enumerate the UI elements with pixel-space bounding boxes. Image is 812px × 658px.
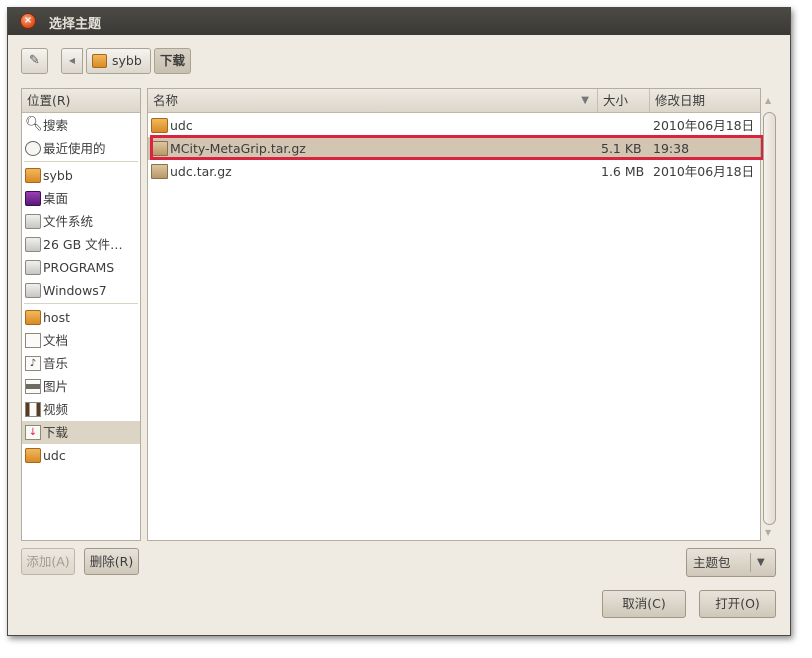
- folder-icon: [151, 118, 168, 133]
- breadcrumb-home[interactable]: sybb: [86, 48, 151, 74]
- desktop-icon: [25, 191, 41, 206]
- place-documents[interactable]: 文档: [22, 329, 140, 352]
- divider: [24, 161, 138, 162]
- place-label: 最近使用的: [43, 141, 106, 156]
- breadcrumb-label: 下载: [160, 53, 186, 68]
- column-header-size[interactable]: 大小: [598, 89, 650, 113]
- filter-value: 主题包: [693, 555, 731, 570]
- filter-combo[interactable]: 主题包 ▼: [686, 548, 776, 577]
- place-downloads[interactable]: ↓ 下载: [22, 421, 140, 444]
- remove-button[interactable]: 删除(R): [84, 548, 139, 575]
- place-label: 音乐: [43, 356, 69, 371]
- place-windows7[interactable]: Windows7: [22, 279, 140, 302]
- scroll-thumb[interactable]: [763, 112, 776, 525]
- place-udc[interactable]: udc: [22, 444, 140, 467]
- place-label: 文件系统: [43, 214, 94, 229]
- file-modified: 19:38: [653, 141, 690, 156]
- breadcrumb-downloads[interactable]: 下载: [154, 48, 191, 74]
- documents-folder-icon: [25, 333, 41, 348]
- close-icon[interactable]: ×: [20, 13, 36, 29]
- place-label: udc: [43, 448, 66, 463]
- vertical-scrollbar[interactable]: ▲ ▼: [762, 92, 777, 541]
- titlebar: × 选择主题: [8, 8, 790, 35]
- place-label: 文档: [43, 333, 69, 348]
- place-label: 下载: [43, 425, 69, 440]
- column-header-modified[interactable]: 修改日期: [650, 89, 760, 113]
- open-button[interactable]: 打开(O): [699, 590, 776, 618]
- place-volume-26gb[interactable]: 26 GB 文件…: [22, 233, 140, 256]
- file-chooser-dialog: × 选择主题 ✎ ◀ sybb 下载 位置(R) 🔍︎ 搜索 最近使用的 syb…: [7, 7, 791, 636]
- search-icon: 🔍︎: [25, 116, 43, 132]
- file-name: udc: [170, 118, 193, 133]
- place-desktop[interactable]: 桌面: [22, 187, 140, 210]
- folder-icon: [25, 310, 41, 325]
- place-label: Windows7: [43, 283, 107, 298]
- place-programs[interactable]: PROGRAMS: [22, 256, 140, 279]
- archive-icon: [151, 141, 168, 156]
- file-name: udc.tar.gz: [170, 164, 232, 179]
- file-size: 1.6 MB: [601, 164, 645, 179]
- place-label: 图片: [43, 379, 69, 394]
- chevron-down-icon: ▼: [757, 557, 765, 568]
- file-row-selected[interactable]: MCity-MetaGrip.tar.gz 5.1 KB 19:38: [148, 137, 760, 160]
- divider: [24, 303, 138, 304]
- home-folder-icon: [92, 54, 107, 68]
- path-back-button[interactable]: ◀: [61, 48, 83, 74]
- scroll-up-icon[interactable]: ▲: [765, 96, 771, 105]
- place-label: 桌面: [43, 191, 69, 206]
- videos-folder-icon: [25, 402, 41, 417]
- downloads-folder-icon: ↓: [25, 425, 41, 440]
- place-videos[interactable]: 视频: [22, 398, 140, 421]
- add-button[interactable]: 添加(A): [21, 548, 75, 575]
- place-recent[interactable]: 最近使用的: [22, 137, 140, 160]
- place-label: host: [43, 310, 70, 325]
- pictures-folder-icon: [25, 379, 41, 394]
- folder-icon: [25, 448, 41, 463]
- place-home[interactable]: sybb: [22, 164, 140, 187]
- scroll-down-icon[interactable]: ▼: [765, 528, 771, 537]
- divider: [750, 553, 751, 572]
- place-pictures[interactable]: 图片: [22, 375, 140, 398]
- place-label: PROGRAMS: [43, 260, 115, 275]
- pencil-icon: ✎: [29, 53, 40, 68]
- drive-icon: [25, 237, 41, 252]
- file-modified: 2010年06月18日: [653, 164, 755, 179]
- places-header[interactable]: 位置(R): [22, 89, 140, 113]
- file-list: 名称 ▼ 大小 修改日期 udc 2010年06月18日 MCity-MetaG…: [147, 88, 761, 541]
- file-modified: 2010年06月18日: [653, 118, 755, 133]
- drive-icon: [25, 214, 41, 229]
- breadcrumb-label: sybb: [112, 53, 142, 68]
- archive-icon: [151, 164, 168, 179]
- recent-icon: [25, 141, 41, 156]
- music-folder-icon: ♪: [25, 356, 41, 371]
- sort-down-icon: ▼: [581, 95, 589, 106]
- place-host[interactable]: host: [22, 306, 140, 329]
- place-label: sybb: [43, 168, 73, 183]
- place-label: 搜索: [43, 118, 69, 133]
- place-label: 视频: [43, 402, 69, 417]
- place-filesystem[interactable]: 文件系统: [22, 210, 140, 233]
- file-name: MCity-MetaGrip.tar.gz: [170, 141, 306, 156]
- home-folder-icon: [25, 168, 41, 183]
- triangle-left-icon: ◀: [68, 56, 76, 65]
- file-row[interactable]: udc 2010年06月18日: [148, 114, 760, 137]
- column-label: 名称: [153, 93, 179, 108]
- place-music[interactable]: ♪ 音乐: [22, 352, 140, 375]
- places-sidebar: 位置(R) 🔍︎ 搜索 最近使用的 sybb 桌面 文件系统 26 GB 文件…: [21, 88, 141, 541]
- window-title: 选择主题: [49, 17, 102, 32]
- drive-icon: [25, 283, 41, 298]
- drive-icon: [25, 260, 41, 275]
- place-label: 26 GB 文件…: [43, 237, 123, 252]
- column-header-name[interactable]: 名称 ▼: [148, 89, 598, 113]
- cancel-button[interactable]: 取消(C): [602, 590, 686, 618]
- type-location-button[interactable]: ✎: [21, 48, 48, 74]
- place-search[interactable]: 🔍︎ 搜索: [22, 114, 140, 137]
- file-size: 5.1 KB: [601, 141, 642, 156]
- file-row[interactable]: udc.tar.gz 1.6 MB 2010年06月18日: [148, 160, 760, 183]
